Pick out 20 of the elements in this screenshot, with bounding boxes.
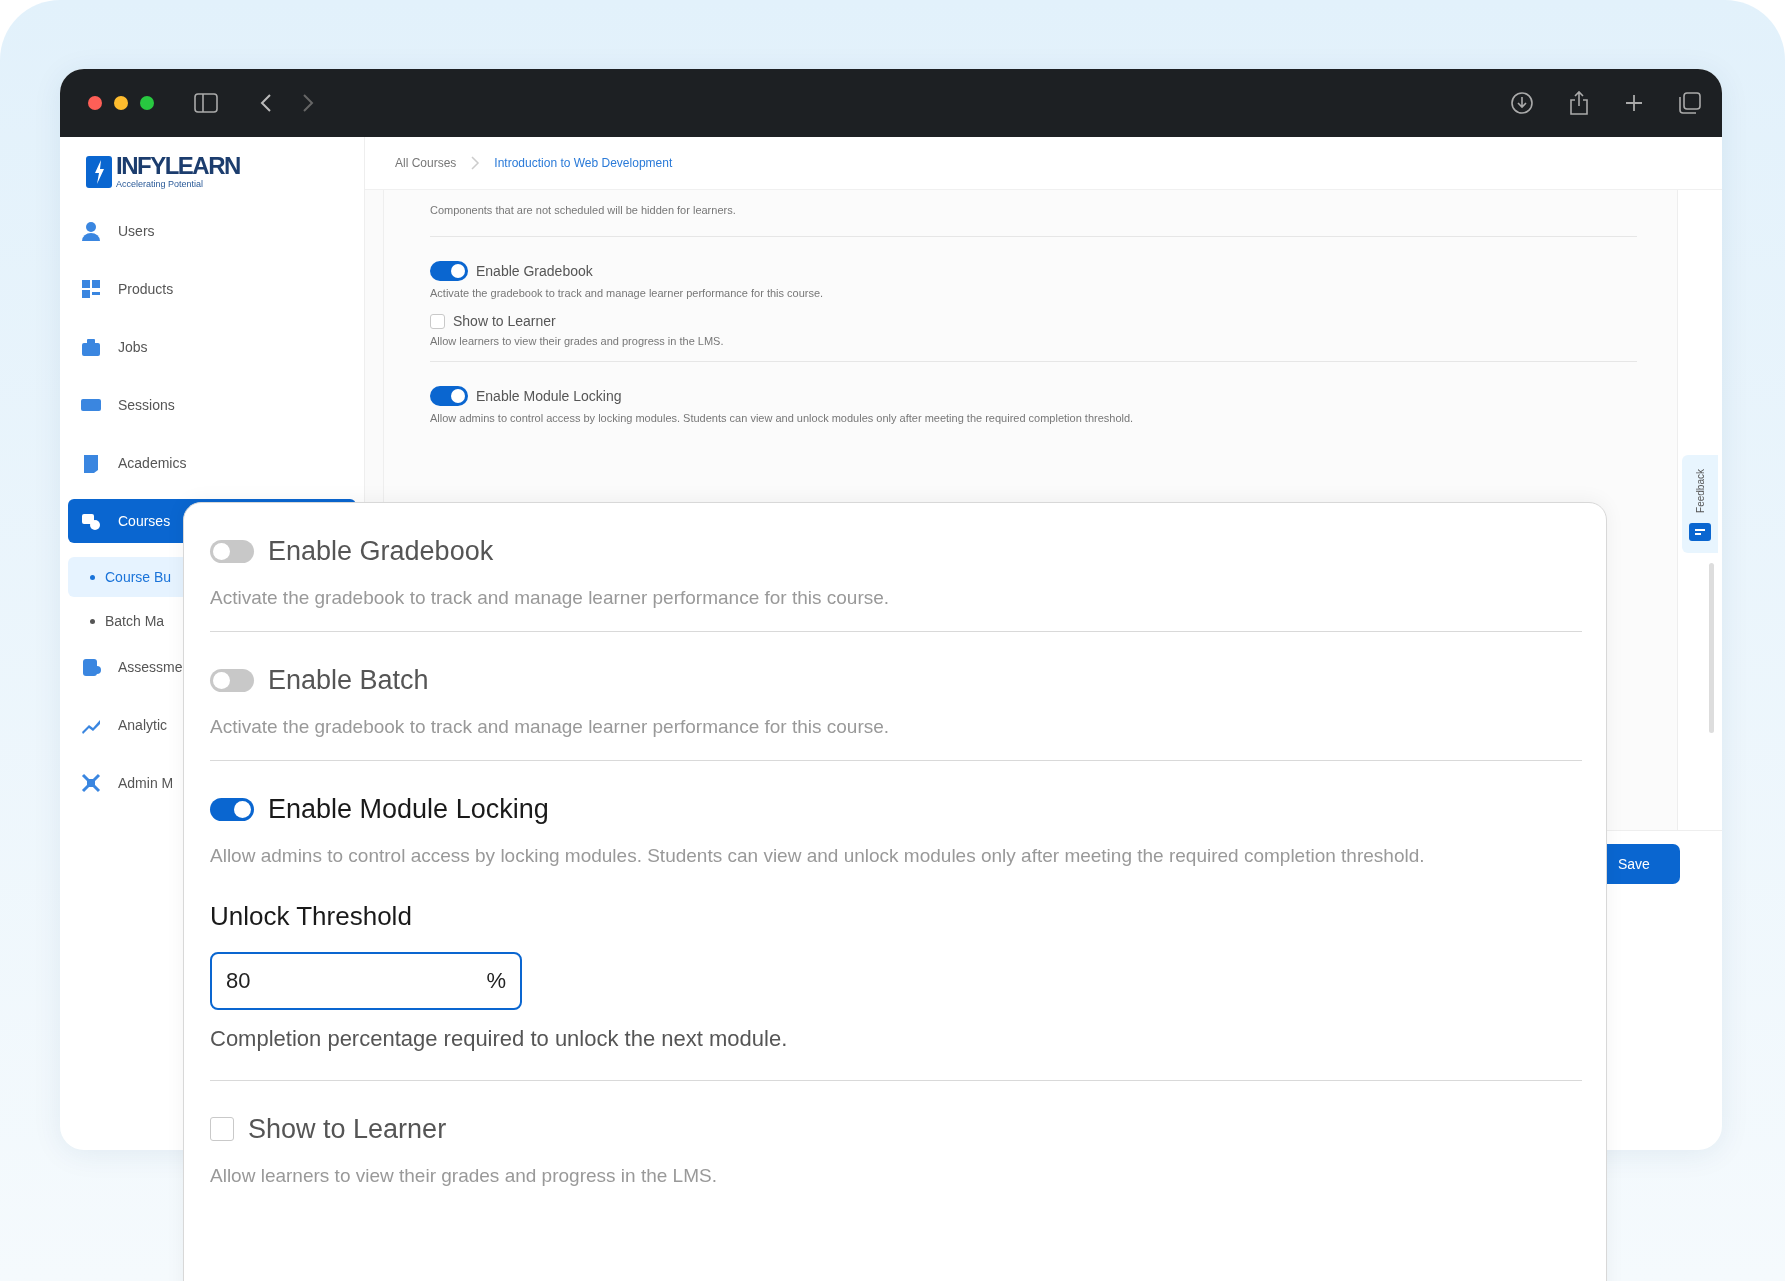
setting-description: Allow admins to control access by locking modules. Students can view and unlock modules only after meeting the required completion threshold. — [210, 845, 1426, 867]
setting-description: Allow learners to view their grades and progress in the LMS. — [210, 1165, 718, 1187]
field-hint: Completion percentage required to unlock the next module. — [210, 1026, 788, 1052]
setting-description: Activate the gradebook to track and manage learner performance for this course. — [210, 716, 891, 738]
logo-tagline: Accelerating Potential — [116, 179, 205, 189]
logo-wordmark: INFYLEARN — [116, 153, 240, 179]
setting-label: Enable Batch — [268, 664, 429, 696]
setting-label: Enable Module Locking — [476, 388, 622, 404]
percent-suffix: % — [486, 968, 506, 994]
setting-label: Enable Gradebook — [268, 535, 494, 567]
setting-label: Show to Learner — [248, 1113, 447, 1145]
setting-label: Enable Module Locking — [268, 793, 549, 825]
field-label: Unlock Threshold — [210, 901, 412, 932]
setting-description: Activate the gradebook to track and manage learner performance for this course. — [210, 587, 891, 609]
setting-description: Allow admins to control access by locking modules. Students can view and unlock modules only after meeting the required completion threshold. — [430, 412, 1135, 424]
setting-description: Allow learners to view their grades and progress in the LMS. — [430, 335, 725, 347]
setting-label: Show to Learner — [453, 313, 556, 329]
setting-description: Activate the gradebook to track and manage learner performance for this course. — [430, 287, 825, 299]
setting-description: Components that are not scheduled will be hidden for learners. — [430, 204, 737, 216]
setting-label: Enable Gradebook — [476, 263, 593, 279]
